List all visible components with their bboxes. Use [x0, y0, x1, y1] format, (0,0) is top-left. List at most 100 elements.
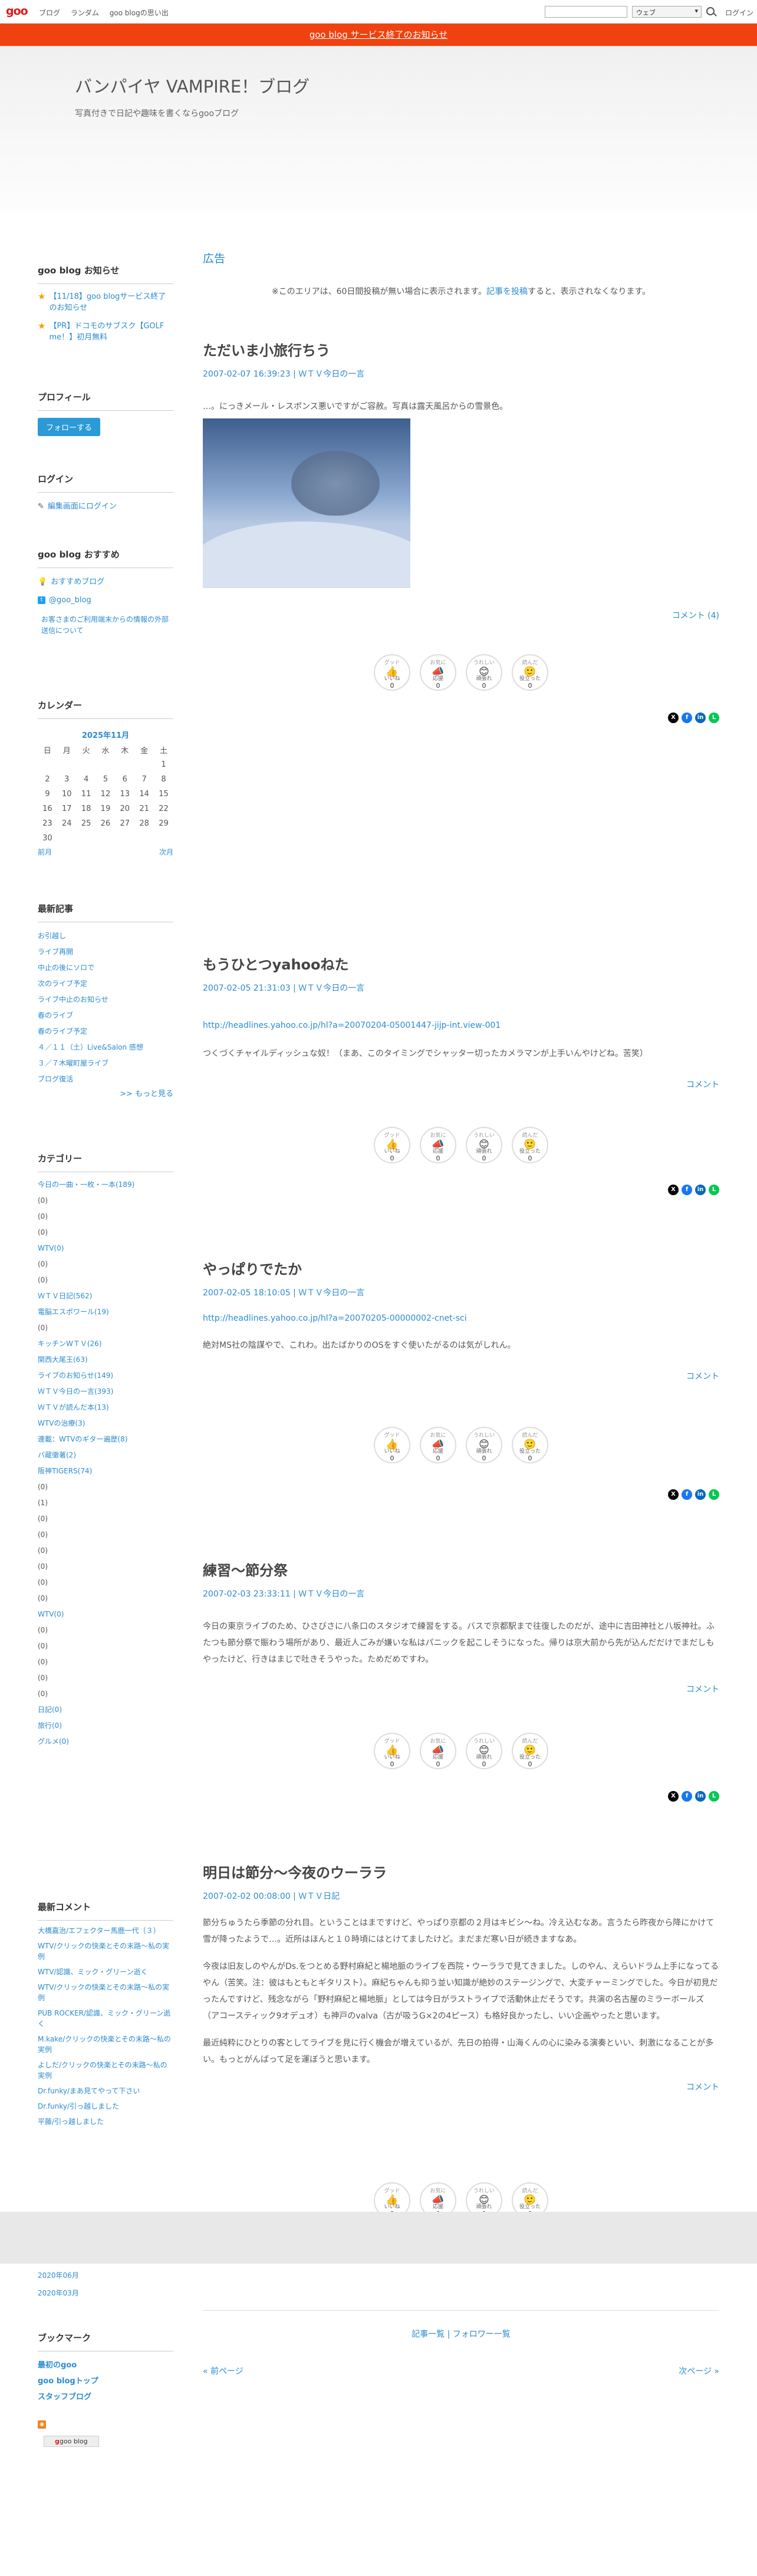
x-share-icon[interactable]: X: [668, 1489, 679, 1500]
reaction-button[interactable]: グッド👍いいね0: [374, 654, 410, 691]
category-link[interactable]: 関西大尾王(63): [38, 1352, 173, 1368]
news-link[interactable]: 【PR】ドコモのサブスク【GOLF me！】初月無料: [49, 321, 173, 343]
toplink-blog[interactable]: ブログ: [39, 9, 60, 17]
reaction-button[interactable]: お気に📣応援0: [420, 654, 456, 691]
x-share-icon[interactable]: X: [668, 1791, 679, 1802]
bookmark-link[interactable]: スタッフブログ: [38, 2389, 173, 2405]
category-link[interactable]: (0): [38, 1272, 173, 1288]
category-link[interactable]: (1): [38, 1495, 173, 1511]
post-meta[interactable]: 2007-02-03 23:33:11 | ＷＴＶ今日の一言: [203, 1588, 719, 1599]
toplink-random[interactable]: ランダム: [71, 9, 99, 17]
linkedin-share-icon[interactable]: in: [695, 1489, 706, 1500]
post-title[interactable]: 練習～節分祭: [203, 1559, 719, 1579]
category-link[interactable]: グルメ(0): [38, 1734, 173, 1750]
x-share-icon[interactable]: X: [668, 713, 679, 723]
recent-comment-link[interactable]: 平藤/引っ越しました: [38, 2116, 173, 2127]
recent-comment-link[interactable]: WTV/認識、ミック・グリーン逝く: [38, 1967, 173, 1977]
post-external-link[interactable]: http://headlines.yahoo.co.jp/hl?a=200702…: [203, 1310, 719, 1327]
recent-comment-link[interactable]: M.kake/クリックの快楽とその末路〜私の実例: [38, 2034, 173, 2055]
reaction-button[interactable]: グッド👍いいね0: [374, 1733, 410, 1769]
post-meta[interactable]: 2007-02-05 21:31:03 | ＷＴＶ今日の一言: [203, 982, 719, 994]
linkedin-share-icon[interactable]: in: [695, 1185, 706, 1195]
category-link[interactable]: (0): [38, 1225, 173, 1241]
toplink-memories[interactable]: goo blogの思い出: [110, 9, 169, 17]
comment-link[interactable]: コメント: [203, 2081, 719, 2093]
recent-post-link[interactable]: ライブ再開: [38, 944, 173, 960]
reaction-button[interactable]: グッド👍いいね0: [374, 1427, 410, 1463]
category-link[interactable]: ＷＴＶ日記(562): [38, 1288, 173, 1304]
comment-link[interactable]: コメント: [203, 1370, 719, 1382]
recent-post-link[interactable]: ライブ中止のお知らせ: [38, 992, 173, 1008]
recent-post-link[interactable]: ４／１１（土）Live&Salon 感想: [38, 1040, 173, 1056]
recent-comment-link[interactable]: 大橋嘉治/エフェクター馬鹿一代（３）: [38, 1925, 173, 1936]
category-link[interactable]: (0): [38, 1193, 173, 1209]
blog-title[interactable]: バンパイヤ VAMPIRE！ブログ: [75, 73, 310, 98]
x-share-icon[interactable]: X: [668, 1185, 679, 1195]
line-share-icon[interactable]: L: [709, 1791, 719, 1802]
search-scope-select[interactable]: ウェブ ▾: [632, 6, 702, 18]
post-meta[interactable]: 2007-02-07 16:39:23 | ＷＴＶ今日の一言: [203, 368, 719, 380]
post-meta[interactable]: 2007-02-02 00:08:00 | ＷＴＶ日記: [203, 1890, 719, 1902]
post-title[interactable]: もうひとつyahooねた: [203, 953, 719, 974]
twitter-link[interactable]: @goo_blog: [49, 592, 91, 608]
edit-login-link[interactable]: 編集画面にログイン: [48, 499, 117, 514]
category-link[interactable]: (0): [38, 1527, 173, 1543]
linkedin-share-icon[interactable]: in: [695, 713, 706, 723]
post-title[interactable]: ただいま小旅行ちう: [203, 339, 719, 359]
prev-page-link[interactable]: « 前ページ: [203, 2367, 243, 2376]
login-link[interactable]: ログイン: [725, 8, 753, 18]
category-link[interactable]: バ蔵徹著(2): [38, 1447, 173, 1463]
news-link[interactable]: 【11/18】goo blogサービス終了のお知らせ: [49, 291, 173, 314]
comment-link[interactable]: コメント (4): [203, 609, 719, 621]
facebook-share-icon[interactable]: f: [682, 1185, 692, 1195]
reaction-button[interactable]: グッド👍いいね0: [374, 1127, 410, 1163]
data-transmission-link[interactable]: お客さまのご利用端末からの情報の外部送信について: [38, 614, 173, 636]
category-link[interactable]: (0): [38, 1209, 173, 1225]
archive-link[interactable]: 2020年03月: [38, 2284, 173, 2302]
recent-post-link[interactable]: 春のライブ: [38, 1008, 173, 1024]
archive-link[interactable]: 2020年06月: [38, 2267, 173, 2284]
recent-comment-link[interactable]: PUB ROCKER/認識、ミック・グリーン逝く: [38, 2008, 173, 2029]
category-link[interactable]: (0): [38, 1575, 173, 1591]
category-link[interactable]: 旅行(0): [38, 1718, 173, 1734]
category-link[interactable]: (0): [38, 1320, 173, 1336]
category-link[interactable]: (0): [38, 1511, 173, 1527]
category-link[interactable]: WTVの治療(3): [38, 1416, 173, 1432]
bookmark-link[interactable]: goo blogトップ: [38, 2373, 173, 2389]
category-link[interactable]: ＷＴＶが読んだ本(13): [38, 1400, 173, 1416]
category-link[interactable]: (0): [38, 1638, 173, 1654]
reaction-button[interactable]: お気に📣応援0: [420, 1127, 456, 1163]
line-share-icon[interactable]: L: [709, 1489, 719, 1500]
recent-post-link[interactable]: ブログ復活: [38, 1071, 173, 1087]
category-link[interactable]: (0): [38, 1670, 173, 1686]
category-link[interactable]: 今日の一曲・一枚・一本(189): [38, 1177, 173, 1193]
calendar-next-link[interactable]: 次月: [159, 847, 173, 857]
linkedin-share-icon[interactable]: in: [695, 1791, 706, 1802]
reaction-button[interactable]: うれしい😊頑張れ0: [466, 1427, 502, 1463]
reaction-button[interactable]: 読んだ🙂役立った0: [512, 1733, 548, 1769]
category-link[interactable]: ライブのお知らせ(149): [38, 1368, 173, 1384]
recent-post-link[interactable]: 春のライブ予定: [38, 1024, 173, 1040]
facebook-share-icon[interactable]: f: [682, 1489, 692, 1500]
category-link[interactable]: (0): [38, 1654, 173, 1670]
category-link[interactable]: WTV(0): [38, 1607, 173, 1622]
news-item[interactable]: ★ 【11/18】goo blogサービス終了のお知らせ: [38, 291, 173, 314]
service-notice-link[interactable]: goo blog サービス終了のお知らせ: [310, 29, 448, 40]
recent-comment-link[interactable]: WTV/クリックの快楽とその末路〜私の実例: [38, 1982, 173, 2003]
reaction-button[interactable]: うれしい😊頑張れ0: [466, 1733, 502, 1769]
category-link[interactable]: (0): [38, 1479, 173, 1495]
search-input[interactable]: [545, 6, 627, 18]
category-link[interactable]: (0): [38, 1543, 173, 1559]
facebook-share-icon[interactable]: f: [682, 1791, 692, 1802]
reaction-button[interactable]: うれしい😊頑張れ0: [466, 1127, 502, 1163]
line-share-icon[interactable]: L: [709, 713, 719, 723]
category-link[interactable]: キッチンWＴＶ(26): [38, 1336, 173, 1352]
news-item[interactable]: ★ 【PR】ドコモのサブスク【GOLF me！】初月無料: [38, 321, 173, 343]
category-link[interactable]: 阪神TIGERS(74): [38, 1463, 173, 1479]
reaction-button[interactable]: 読んだ🙂役立った0: [512, 1127, 548, 1163]
recommend-blog-link[interactable]: おすすめブログ: [51, 574, 104, 590]
reaction-button[interactable]: 読んだ🙂役立った0: [512, 654, 548, 691]
post-meta[interactable]: 2007-02-05 18:10:05 | ＷＴＶ今日の一言: [203, 1287, 719, 1298]
recent-post-link[interactable]: お引越し: [38, 928, 173, 944]
more-link[interactable]: >> もっと見る: [38, 1087, 173, 1099]
